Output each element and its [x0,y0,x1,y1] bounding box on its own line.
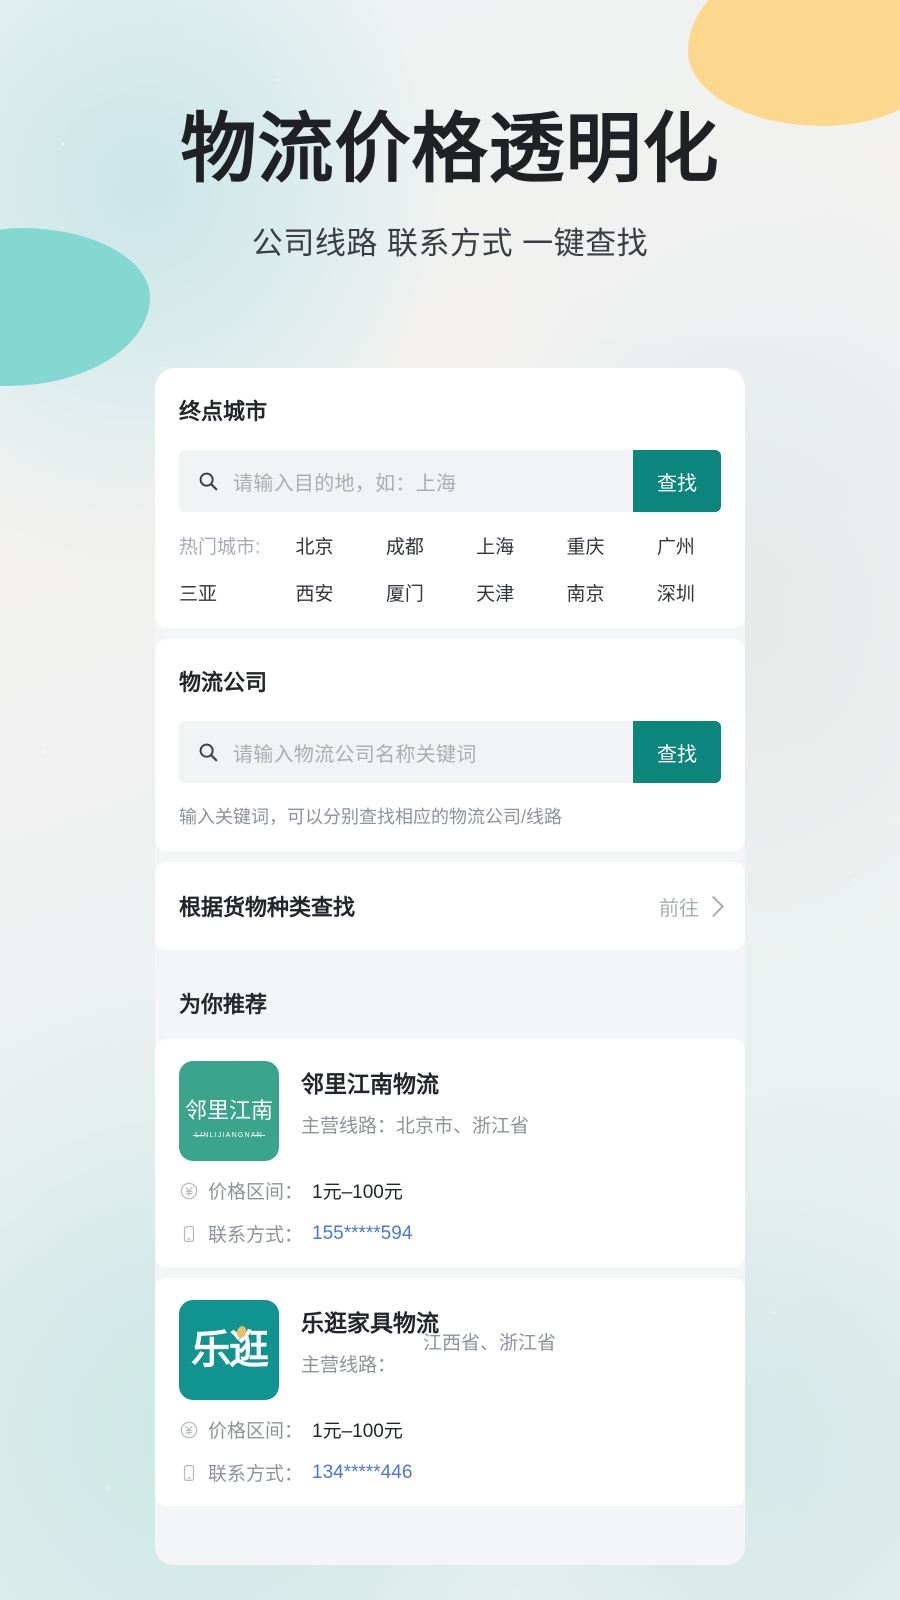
chevron-right-icon [702,895,725,917]
hot-city-nanjing[interactable]: 南京 [540,579,630,606]
route-label: 主营线路： [301,1116,397,1137]
company-contact-line: 联系方式： 134*****446 [179,1459,721,1486]
yen-circle-icon [180,1421,198,1438]
company-search-input[interactable]: 请输入物流公司名称关键词 [233,738,477,767]
route-value: 北京市、浙江省 [396,1116,530,1137]
search-by-goods-label: 根据货物种类查找 [179,895,356,920]
logistics-company-card: 物流公司 请输入物流公司名称关键词 查找 输入关键词，可以分别查找相应的物流公司… [155,639,745,851]
page-title: 物流价格透明化 [180,107,720,192]
hot-city-xiamen[interactable]: 厦门 [360,579,450,606]
recommend-item[interactable]: 邻里江南 LINLIJIANGNAN 邻里江南物流 主营线路：北京市、浙江省 价… [155,1039,745,1267]
company-logo-text: 邻里江南 [184,1098,273,1123]
search-by-goods-action[interactable]: 前往 [659,892,725,921]
company-name: 邻里江南物流 [301,1071,439,1097]
company-search-button[interactable]: 查找 [633,721,721,783]
price-label: 价格区间： [208,1182,304,1203]
company-search-row: 请输入物流公司名称关键词 查找 [179,721,721,783]
company-route: 主营线路：北京市、浙江省 [301,1111,721,1138]
hero-section: 物流价格透明化 公司线路 联系方式 一键查找 [0,112,900,263]
hot-city-guangzhou[interactable]: 广州 [631,532,721,559]
contact-phone[interactable]: 134*****446 [312,1462,412,1484]
goto-label: 前往 [659,897,699,920]
app-panel: 终点城市 请输入目的地，如：上海 查找 热门城市: 北京 成都 上海 重庆 广州 [155,368,745,1565]
destination-search-row: 请输入目的地，如：上海 查找 [179,450,721,512]
company-search-hint: 输入关键词，可以分别查找相应的物流公司/线路 [179,807,562,827]
destination-search-input[interactable]: 请输入目的地，如：上海 [233,467,456,496]
company-contact-line: 联系方式： 155*****594 [179,1220,721,1247]
destination-search-button[interactable]: 查找 [633,450,721,512]
destination-city-card: 终点城市 请输入目的地，如：上海 查找 热门城市: 北京 成都 上海 重庆 广州 [155,368,745,628]
company-card-title: 物流公司 [179,670,268,695]
contact-label: 联系方式： [208,1225,304,1246]
contact-label: 联系方式： [208,1464,304,1485]
hot-city-shanghai[interactable]: 上海 [450,532,540,559]
phone-icon [183,1464,195,1481]
phone-icon [183,1225,195,1242]
company-price-line: 价格区间： 1元–100元 [179,1177,721,1204]
company-price-line: 价格区间： 1元–100元 [179,1416,721,1443]
hot-cities-label: 热门城市: [179,537,261,558]
search-by-goods-row[interactable]: 根据货物种类查找 前往 [155,862,745,950]
hot-city-shenzhen[interactable]: 深圳 [631,579,721,606]
route-label: 主营线路： [301,1355,397,1376]
company-logo: 乐逛 [179,1300,279,1400]
hot-city-xian[interactable]: 西安 [269,579,359,606]
hot-city-chengdu[interactable]: 成都 [360,532,450,559]
route-value: 江西省、浙江省 [423,1333,557,1354]
page-subtitle: 公司线路 联系方式 一键查找 [251,226,649,261]
search-icon [199,472,218,491]
company-route: 主营线路： 江西省、浙江省 [301,1333,721,1377]
yen-circle-icon [180,1182,198,1199]
contact-phone[interactable]: 155*****594 [312,1223,412,1245]
destination-search-box[interactable]: 请输入目的地，如：上海 [179,450,633,512]
price-value: 1元–100元 [312,1182,403,1203]
price-label: 价格区间： [208,1421,304,1442]
hot-city-tianjin[interactable]: 天津 [450,579,540,606]
company-logo-subtext: LINLIJIANGNAN [195,1132,263,1139]
recommend-heading: 为你推荐 [179,992,268,1017]
hot-cities-grid: 热门城市: 北京 成都 上海 重庆 广州 三亚 西安 厦门 天津 南京 深圳 [179,532,721,606]
search-icon [199,743,218,762]
recommend-item[interactable]: 乐逛 乐逛家具物流 主营线路： 江西省、浙江省 价格区间： 1元–100元 联系… [155,1278,745,1506]
hot-city-sanya[interactable]: 三亚 [179,579,269,606]
hot-city-chongqing[interactable]: 重庆 [540,532,630,559]
company-logo-text: 乐逛 [191,1328,269,1372]
company-logo: 邻里江南 LINLIJIANGNAN [179,1061,279,1161]
company-search-box[interactable]: 请输入物流公司名称关键词 [179,721,633,783]
hot-city-beijing[interactable]: 北京 [269,532,359,559]
destination-card-title: 终点城市 [179,399,268,424]
price-value: 1元–100元 [312,1421,403,1442]
